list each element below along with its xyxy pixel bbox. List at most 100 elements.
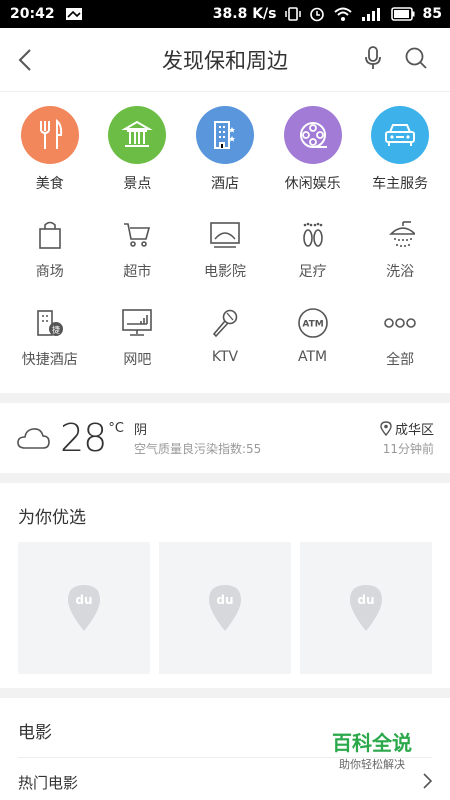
service-all[interactable]: 全部	[356, 305, 444, 369]
category-label: 休闲娱乐	[284, 176, 341, 192]
chevron-left-icon	[18, 48, 31, 71]
message-icon	[65, 7, 83, 21]
service-label: KTV	[211, 349, 239, 365]
service-grid-row2: 捷 快捷酒店 网吧 KTV ATM ATM 全部	[0, 305, 450, 369]
section-divider	[0, 688, 450, 698]
service-mall[interactable]: 商场	[6, 217, 94, 281]
vibrate-icon	[284, 6, 301, 22]
network-speed: 38.8 K/s	[212, 6, 277, 22]
air-quality: 空气质量良污染指数:55	[133, 442, 262, 456]
service-label: 商场	[35, 264, 64, 280]
temperature-unit: °C	[108, 421, 124, 436]
service-express-hotel[interactable]: 捷 快捷酒店	[6, 305, 94, 369]
service-grid-row1: 商场 超市 电影院 足疗 洗浴	[0, 217, 450, 281]
category-hotel[interactable]: 酒店	[181, 106, 269, 193]
service-label: 足疗	[298, 264, 327, 280]
service-label: 快捷酒店	[21, 352, 78, 368]
service-label: ATM	[298, 349, 328, 365]
recommend-title: 为你优选	[18, 508, 86, 528]
temperature: 28	[60, 416, 107, 460]
cart-icon	[124, 223, 151, 247]
shower-icon	[389, 221, 416, 247]
wifi-icon	[333, 6, 353, 22]
footprints-icon	[302, 222, 323, 247]
back-button[interactable]	[0, 28, 50, 92]
du-placeholder-icon: du	[209, 585, 241, 631]
svg-text:du: du	[357, 593, 374, 607]
svg-text:ATM: ATM	[302, 320, 323, 330]
cinema-icon	[210, 222, 240, 248]
atm-icon: ATM	[297, 308, 328, 338]
service-label: 超市	[123, 264, 152, 280]
svg-text:du: du	[75, 593, 92, 607]
app-header: 发现保和周边	[0, 28, 450, 92]
weather-condition: 阴	[133, 423, 147, 438]
service-bath[interactable]: 洗浴	[356, 217, 444, 281]
category-food-circle	[20, 106, 79, 164]
service-supermarket[interactable]: 超市	[94, 217, 182, 281]
landmark-icon	[121, 120, 154, 147]
film-reel-icon	[299, 122, 327, 148]
section-divider	[0, 393, 450, 403]
car-icon	[385, 124, 416, 146]
chevron-right-icon	[423, 772, 433, 789]
service-label: 全部	[386, 352, 415, 368]
hotel-icon	[213, 121, 235, 149]
service-internet-cafe[interactable]: 网吧	[94, 305, 182, 369]
microphone-icon	[365, 45, 381, 69]
voice-search-button[interactable]	[364, 45, 382, 74]
battery-level: 85	[422, 6, 442, 22]
hot-movies-label: 热门电影	[18, 774, 79, 792]
weather-panel[interactable]: 28 °C 阴 空气质量良污染指数:55 成华区 11分钟前	[0, 403, 450, 473]
category-car-service-circle	[371, 106, 430, 164]
microphone-icon	[212, 309, 238, 338]
du-placeholder-icon: du	[68, 585, 100, 631]
category-food[interactable]: 美食	[6, 106, 94, 193]
category-entertainment[interactable]: 休闲娱乐	[269, 106, 357, 193]
category-label: 美食	[35, 176, 64, 192]
status-time: 20:42	[10, 6, 55, 22]
recommend-cards: du du du	[0, 542, 450, 674]
section-divider	[0, 473, 450, 483]
category-grid: 美食 景点 酒店 休闲娱乐 车主服务	[0, 106, 450, 193]
recommend-card[interactable]: du	[300, 542, 432, 674]
watermark-subtitle: 助你轻松解决	[339, 758, 405, 771]
watermark: 百科全说 助你轻松解决	[332, 727, 412, 772]
category-hotel-circle	[195, 106, 254, 164]
alarm-icon	[309, 6, 325, 22]
watermark-title: 百科全说	[332, 731, 412, 755]
svg-text:du: du	[216, 593, 233, 607]
service-atm[interactable]: ATM ATM	[269, 305, 357, 369]
service-label: 网吧	[123, 352, 152, 368]
location-name: 成华区	[394, 423, 434, 438]
category-label: 酒店	[210, 176, 239, 192]
cloud-icon	[17, 428, 50, 449]
search-icon	[405, 47, 427, 69]
status-bar: 20:42 38.8 K/s 85	[0, 0, 450, 28]
battery-icon	[390, 7, 415, 21]
service-cinema[interactable]: 电影院	[181, 217, 269, 281]
du-placeholder-icon: du	[350, 585, 382, 631]
search-button[interactable]	[404, 46, 428, 74]
recommend-card[interactable]: du	[159, 542, 291, 674]
category-label: 车主服务	[372, 176, 429, 192]
signal-icon	[361, 7, 383, 21]
express-hotel-icon: 捷	[36, 310, 63, 336]
location-pin-icon	[380, 421, 392, 436]
category-entertainment-circle	[283, 106, 342, 164]
fork-knife-icon	[39, 119, 62, 149]
recommend-card[interactable]: du	[18, 542, 150, 674]
category-label: 景点	[123, 176, 152, 192]
category-scenic-circle	[108, 106, 167, 164]
shopping-bag-icon	[38, 221, 61, 249]
service-ktv[interactable]: KTV	[181, 305, 269, 369]
category-car-service[interactable]: 车主服务	[356, 106, 444, 193]
svg-text:捷: 捷	[52, 325, 60, 335]
update-time: 11分钟前	[382, 442, 434, 456]
category-scenic[interactable]: 景点	[94, 106, 182, 193]
service-foot-massage[interactable]: 足疗	[269, 217, 357, 281]
service-label: 电影院	[203, 264, 246, 280]
service-label: 洗浴	[386, 264, 415, 280]
more-icon	[384, 318, 416, 328]
monitor-icon	[122, 309, 153, 336]
